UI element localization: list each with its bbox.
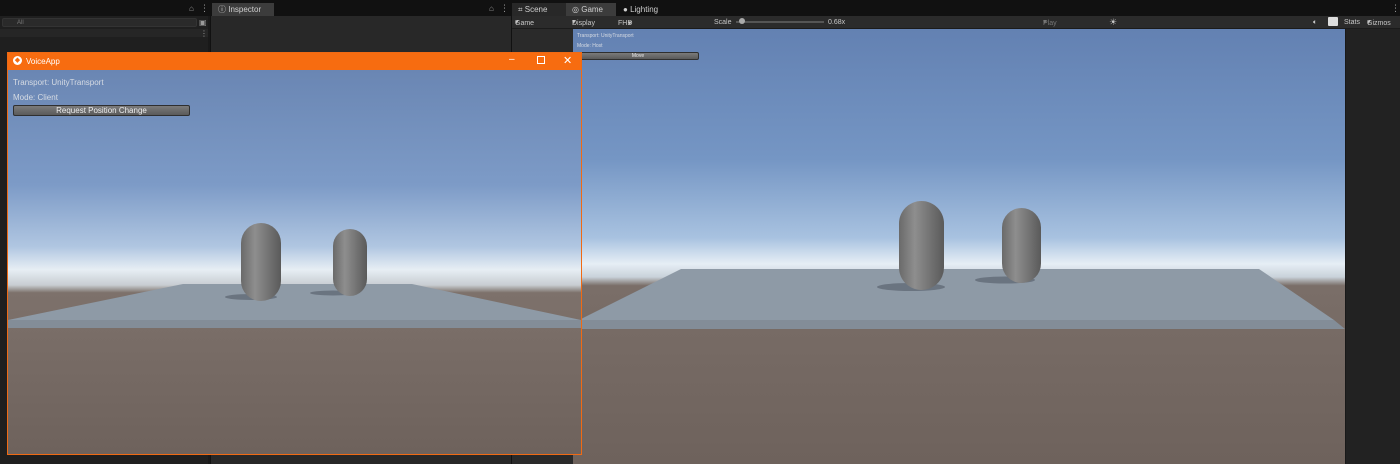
ground-scene xyxy=(8,223,581,328)
close-icon[interactable]: ✕ xyxy=(563,54,572,67)
tab-scene-label: Scene xyxy=(524,5,548,14)
maximize-icon[interactable] xyxy=(537,56,545,64)
player-capsule xyxy=(333,229,367,296)
ground-plane-edge xyxy=(573,320,1345,329)
more-menu-icon[interactable]: ⋮ xyxy=(200,3,209,14)
tab-inspector[interactable]: ⓘ Inspector xyxy=(212,3,274,16)
grid-icon: ⌗ xyxy=(518,5,523,14)
game-view-render[interactable]: Transport: UnityTransport Mode: Host Mov… xyxy=(573,29,1345,464)
player-capsule xyxy=(899,201,944,290)
display-dropdown[interactable]: Display 1 ▾ xyxy=(572,17,595,38)
more-menu-icon[interactable]: ⋮ xyxy=(500,3,509,14)
player-capsule xyxy=(1002,208,1041,283)
player-capsule xyxy=(241,223,281,301)
scale-label: Scale xyxy=(714,19,732,26)
editor-tab-strip xyxy=(0,0,1400,16)
hierarchy-search-input[interactable]: All xyxy=(2,18,197,27)
minimize-icon[interactable]: – xyxy=(509,54,515,65)
host-mode-label: Mode: Host xyxy=(577,43,603,49)
stats-button[interactable]: Stats xyxy=(1344,17,1360,28)
ground-scene xyxy=(573,201,1345,329)
more-menu-icon[interactable]: ⋮ xyxy=(1391,3,1400,14)
play-mode-dropdown[interactable]: Play Focused ▾ xyxy=(1043,17,1070,38)
tab-game-label: Game xyxy=(581,5,604,14)
client-game-window: ◆ VoiceApp – ✕ Transport: UnityTransport… xyxy=(7,52,582,455)
client-transport-label: Transport: UnityTransport xyxy=(13,78,104,87)
scale-slider-thumb[interactable] xyxy=(739,18,746,24)
gizmos-dropdown[interactable]: Gizmos ▾ xyxy=(1367,17,1391,28)
client-game-render[interactable]: Transport: UnityTransport Mode: Client R… xyxy=(8,70,581,454)
tab-inspector-label: Inspector xyxy=(228,5,262,14)
sun-icon[interactable]: ☀ xyxy=(1109,17,1117,28)
tab-lighting[interactable]: ● Lighting xyxy=(617,3,679,16)
host-transport-label: Transport: UnityTransport xyxy=(577,33,634,39)
ground-plane-edge xyxy=(8,320,581,328)
window-title: VoiceApp xyxy=(26,57,60,66)
tab-game[interactable]: ◎ Game xyxy=(566,3,616,16)
right-side-panel xyxy=(1346,29,1400,464)
scene-visibility-icon[interactable]: ▣ xyxy=(199,18,207,27)
game-mode-dropdown[interactable]: Game ▾ xyxy=(515,17,534,28)
scale-slider-track[interactable] xyxy=(736,21,824,23)
maximize-on-play-icon[interactable] xyxy=(1328,17,1338,26)
scale-value: 0.68x xyxy=(828,19,846,26)
hierarchy-header-row xyxy=(0,29,208,37)
game-view-toolbar: Game ▾ Display 1 ▾ FHD (1920x1080) ▾ Sca… xyxy=(512,16,1400,38)
request-position-change-button[interactable]: Request Position Change xyxy=(13,105,190,116)
tab-lighting-label: Lighting xyxy=(630,5,659,14)
tab-scene[interactable]: ⌗ Scene xyxy=(512,3,566,16)
lightbulb-icon: ● xyxy=(623,5,628,14)
move-button[interactable]: Move xyxy=(577,52,699,60)
ground-plane xyxy=(579,269,1334,320)
lock-icon[interactable]: ⌂ xyxy=(189,4,194,13)
audio-mute-icon[interactable]: 🔈︎ xyxy=(1313,17,1317,28)
gamepad-icon: ◎ xyxy=(572,5,579,14)
lock-icon[interactable]: ⌂ xyxy=(489,4,494,13)
info-icon: ⓘ xyxy=(218,5,226,14)
client-mode-label: Mode: Client xyxy=(13,93,58,102)
more-menu-icon[interactable]: ⋮ xyxy=(200,29,208,38)
window-title-bar[interactable]: ◆ VoiceApp – ✕ xyxy=(8,53,581,70)
ground-plane xyxy=(8,284,581,320)
app-logo-icon: ◆ xyxy=(13,56,22,65)
